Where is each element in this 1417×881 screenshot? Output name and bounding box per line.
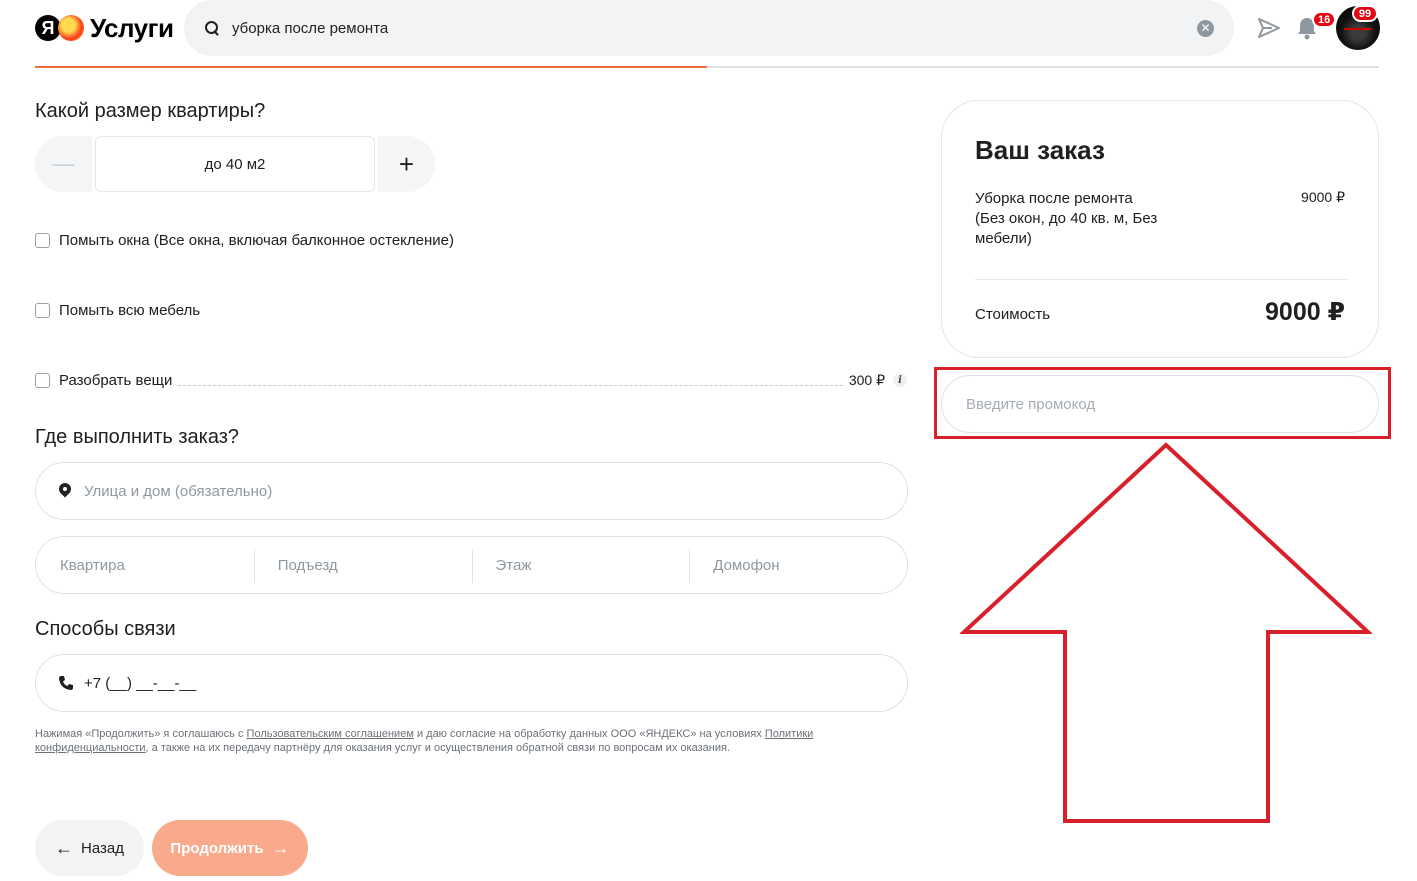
floor-placeholder: Этаж bbox=[495, 556, 532, 574]
contact-heading: Способы связи bbox=[35, 618, 176, 640]
checkbox[interactable] bbox=[35, 302, 50, 318]
phone-input[interactable]: +7 (__) __-__-__ bbox=[35, 654, 908, 712]
legal-text-2: и даю согласие на обработку данных ООО «… bbox=[413, 728, 765, 740]
progress-bar bbox=[35, 66, 1379, 68]
checkbox[interactable] bbox=[35, 232, 50, 248]
floor-input[interactable]: Этаж bbox=[471, 537, 690, 593]
apartment-placeholder: Квартира bbox=[60, 556, 125, 574]
phone-icon bbox=[59, 676, 73, 690]
continue-button[interactable]: Продолжить → bbox=[152, 820, 308, 876]
search-input[interactable]: уборка после ремонта bbox=[232, 20, 1197, 37]
apartment-input[interactable]: Квартира bbox=[36, 537, 254, 593]
option-wash-furniture[interactable]: Помыть всю мебель bbox=[35, 300, 907, 320]
phone-value: +7 (__) __-__-__ bbox=[84, 674, 197, 692]
option-price: 300 ₽ bbox=[848, 371, 885, 388]
address-input[interactable]: Улица и дом (обязательно) bbox=[35, 462, 908, 520]
total-label: Стоимость bbox=[975, 306, 1051, 323]
info-icon[interactable]: i bbox=[893, 373, 907, 387]
option-label: Помыть окна (Все окна, включая балконное… bbox=[59, 231, 455, 249]
legal-notice: Нажимая «Продолжить» я соглашаюсь с Поль… bbox=[35, 727, 835, 755]
option-wash-windows[interactable]: Помыть окна (Все окна, включая балконное… bbox=[35, 230, 907, 250]
clear-search-icon[interactable]: ✕ bbox=[1197, 19, 1214, 37]
order-summary-card: Ваш заказ Уборка после ремонта (Без окон… bbox=[941, 100, 1379, 358]
back-button-label: Назад bbox=[81, 839, 124, 857]
yandex-uslugi-logo[interactable]: Я Услуги bbox=[35, 12, 174, 43]
dotted-leader bbox=[178, 374, 843, 386]
address-placeholder: Улица и дом (обязательно) bbox=[84, 482, 273, 500]
size-decrease-button[interactable]: — bbox=[35, 136, 92, 192]
where-question-heading: Где выполнить заказ? bbox=[35, 426, 240, 448]
size-increase-button[interactable]: + bbox=[378, 136, 435, 192]
entrance-placeholder: Подъезд bbox=[277, 556, 338, 574]
size-value: до 40 м2 bbox=[95, 136, 375, 192]
map-pin-icon bbox=[58, 483, 72, 499]
arrow-right-icon: → bbox=[271, 837, 290, 858]
uslugi-logo-icon bbox=[58, 15, 84, 41]
continue-button-label: Продолжить bbox=[170, 839, 264, 857]
size-question-heading: Какой размер квартиры? bbox=[35, 100, 266, 122]
arrow-left-icon: ← bbox=[55, 837, 73, 858]
promo-code-placeholder: Введите промокод bbox=[966, 395, 1096, 413]
back-button[interactable]: ← Назад bbox=[35, 820, 144, 876]
total-value: 9000 ₽ bbox=[1265, 298, 1345, 326]
intercom-input[interactable]: Домофон bbox=[689, 537, 907, 593]
legal-text-1: Нажимая «Продолжить» я соглашаюсь с bbox=[35, 728, 247, 740]
address-details-group: Квартира Подъезд Этаж Домофон bbox=[35, 536, 908, 594]
notifications-badge: 16 bbox=[1312, 11, 1337, 28]
checkbox[interactable] bbox=[35, 372, 50, 388]
user-agreement-link[interactable]: Пользовательским соглашением bbox=[247, 728, 414, 740]
annotation-up-arrow bbox=[960, 442, 1372, 823]
option-sort-things[interactable]: Разобрать вещи 300 ₽ i bbox=[35, 370, 907, 390]
order-item-price: 9000 ₽ bbox=[1301, 189, 1345, 205]
avatar-badge: 99 bbox=[1352, 5, 1378, 22]
option-label: Помыть всю мебель bbox=[59, 301, 201, 319]
order-item-label: Уборка после ремонта (Без окон, до 40 кв… bbox=[975, 190, 1158, 247]
send-icon[interactable] bbox=[1258, 18, 1280, 38]
avatar-image-detail bbox=[1344, 28, 1372, 30]
divider bbox=[975, 279, 1347, 280]
promo-code-input[interactable]: Введите промокод bbox=[941, 375, 1379, 433]
order-title: Ваш заказ bbox=[975, 135, 1105, 165]
intercom-placeholder: Домофон bbox=[713, 556, 780, 574]
search-icon bbox=[204, 20, 220, 36]
search-bar[interactable]: уборка после ремонта ✕ bbox=[184, 0, 1234, 56]
progress-fill bbox=[35, 66, 707, 68]
legal-text-3: , а также на их передачу партнёру для ок… bbox=[145, 742, 730, 754]
entrance-input[interactable]: Подъезд bbox=[253, 537, 472, 593]
logo-text: Услуги bbox=[90, 12, 174, 43]
option-label: Разобрать вещи bbox=[59, 371, 173, 389]
